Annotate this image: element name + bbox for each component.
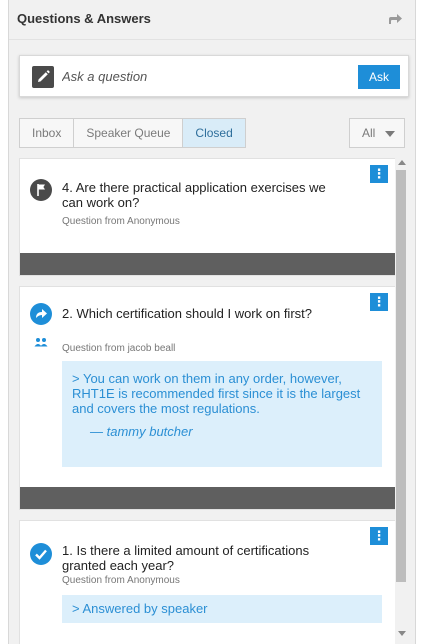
share-icon[interactable] — [387, 12, 403, 26]
answer-box: > Answered by speaker — [62, 595, 382, 623]
question-card: ⋮ 2. Which certification should I work o… — [19, 286, 399, 510]
question-from: Question from jacob beall — [62, 343, 176, 354]
flag-icon — [30, 179, 52, 201]
question-text: 2. Which certification should I work on … — [62, 306, 312, 321]
tab-inbox[interactable]: Inbox — [19, 118, 75, 148]
more-options-icon[interactable]: ⋮ — [370, 293, 388, 311]
pencil-icon — [32, 66, 54, 88]
group-icon — [34, 334, 48, 347]
question-text: 4. Are there practical application exerc… — [62, 180, 326, 210]
forward-arrow-icon — [30, 303, 52, 325]
ask-question-input[interactable] — [62, 65, 352, 87]
tab-closed[interactable]: Closed — [182, 118, 246, 148]
card-footer — [20, 487, 398, 509]
question-from: Question from Anonymous — [62, 216, 180, 227]
tab-speaker-queue[interactable]: Speaker Queue — [73, 118, 184, 148]
scrollbar-thumb[interactable] — [396, 170, 406, 582]
panel-header: Questions & Answers — [9, 0, 415, 40]
scroll-up-arrow-icon[interactable] — [398, 160, 406, 165]
more-options-icon[interactable]: ⋮ — [370, 165, 388, 183]
card-footer — [20, 253, 398, 275]
question-from: Question from Anonymous — [62, 575, 180, 586]
check-circle-icon — [30, 543, 52, 565]
question-list: ⋮ 4. Are there practical application exe… — [19, 158, 399, 644]
answer-author: — tammy butcher — [90, 424, 193, 439]
tab-bar: Inbox Speaker Queue Closed — [19, 118, 246, 148]
qa-panel: Questions & Answers Ask Inbox Speaker Qu… — [8, 0, 416, 644]
question-card: ⋮ 4. Are there practical application exe… — [19, 158, 399, 276]
ask-button[interactable]: Ask — [358, 65, 400, 89]
ask-question-box: Ask — [19, 55, 409, 97]
question-card: ⋮ 1. Is there a limited amount of certif… — [19, 520, 399, 644]
chevron-down-icon — [385, 131, 395, 137]
more-options-icon[interactable]: ⋮ — [370, 527, 388, 545]
panel-title: Questions & Answers — [17, 11, 151, 26]
filter-label: All — [362, 126, 376, 140]
answer-text: > You can work on them in any order, how… — [72, 371, 361, 416]
question-text: 1. Is there a limited amount of certific… — [62, 543, 310, 573]
scrollbar[interactable] — [395, 158, 407, 644]
filter-dropdown[interactable]: All — [349, 118, 405, 148]
answer-text: > Answered by speaker — [72, 601, 208, 616]
scroll-down-arrow-icon[interactable] — [398, 631, 406, 636]
answer-box: > You can work on them in any order, how… — [62, 361, 382, 467]
